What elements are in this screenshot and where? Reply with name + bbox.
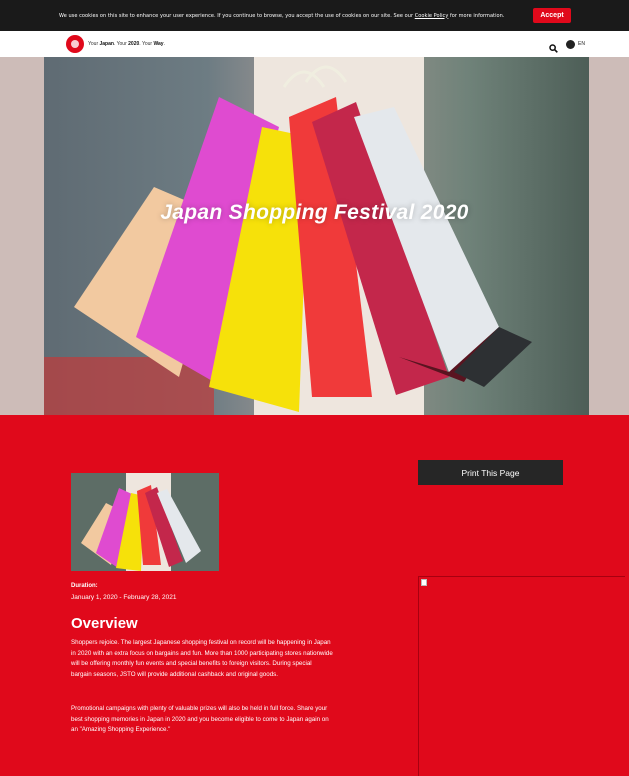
broken-image-icon — [421, 579, 427, 586]
cookie-message: We use cookies on this site to enhance y… — [59, 13, 504, 19]
accept-cookies-button[interactable]: Accept — [533, 8, 571, 23]
tagline-part: . Your — [139, 41, 154, 47]
cookie-bar: We use cookies on this site to enhance y… — [0, 0, 629, 31]
tagline-japan: Japan — [99, 41, 114, 47]
search-icon[interactable] — [549, 40, 558, 53]
header-actions: EN — [549, 39, 585, 53]
print-page-button[interactable]: Print This Page — [418, 460, 563, 485]
language-selector[interactable]: EN — [578, 41, 585, 47]
tagline-part: . Your — [113, 41, 129, 47]
tagline-end: . — [163, 41, 165, 47]
tagline-part: Your — [88, 41, 100, 47]
logo-icon[interactable] — [66, 35, 84, 53]
event-thumbnail — [71, 473, 219, 571]
shopping-bags-illustration — [44, 57, 532, 415]
thumbnail-illustration — [71, 473, 219, 571]
side-panel — [418, 576, 625, 776]
overview-paragraph-2: Promotional campaigns with plenty of val… — [71, 705, 329, 734]
overview-paragraph-1: Shoppers rejoice. The largest Japanese s… — [71, 639, 333, 678]
main-content: Duration: January 1, 2020 - February 28,… — [0, 415, 629, 776]
hero-banner: Japan Shopping Festival 2020 — [0, 57, 629, 415]
globe-icon[interactable] — [566, 39, 576, 49]
brand[interactable]: Your Japan. Your 2020. Your Way. — [66, 35, 165, 53]
cookie-message-suffix: for more information. — [449, 12, 505, 19]
duration-label: Duration: — [71, 583, 98, 589]
tagline: Your Japan. Your 2020. Your Way. — [88, 41, 165, 47]
hero-title: Japan Shopping Festival 2020 — [160, 201, 469, 224]
cookie-message-text: We use cookies on this site to enhance y… — [59, 12, 414, 19]
site-header: Your Japan. Your 2020. Your Way. EN — [0, 31, 629, 57]
hero-image — [44, 57, 589, 415]
tagline-way: Way — [153, 41, 164, 47]
cookie-policy-link[interactable]: Cookie Policy — [415, 13, 449, 19]
overview-heading: Overview — [71, 615, 138, 632]
duration-value: January 1, 2020 - February 28, 2021 — [71, 594, 177, 601]
tagline-year: 2020 — [128, 41, 140, 47]
